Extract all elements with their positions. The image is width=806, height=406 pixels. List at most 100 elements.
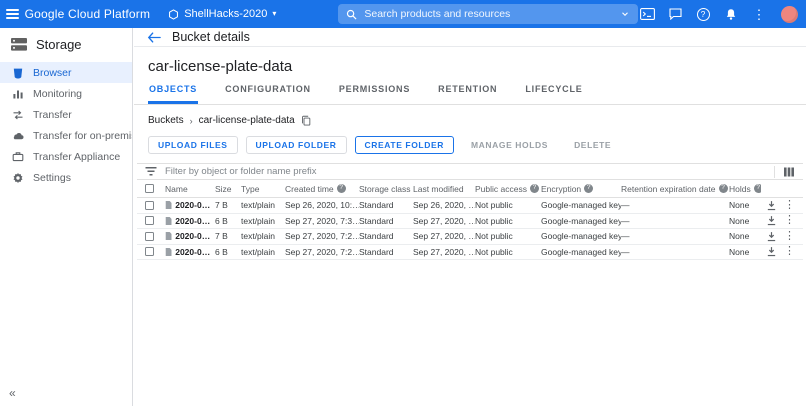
row-menu-icon[interactable]: ⋮ (784, 215, 795, 226)
sidebar-title: Storage (36, 36, 82, 52)
help-icon[interactable]: ? (336, 184, 346, 193)
cloud-shell-icon[interactable] (638, 5, 656, 23)
row-menu-icon[interactable]: ⋮ (784, 200, 795, 211)
object-encryption: Google-managed key (541, 246, 621, 257)
project-icon (169, 8, 179, 20)
object-public-access: Not public (475, 231, 513, 242)
global-search[interactable] (338, 4, 638, 24)
create-folder-button[interactable]: CREATE FOLDER (354, 136, 454, 154)
tab-permissions[interactable]: PERMISSIONS (338, 84, 411, 104)
object-name-link[interactable]: 2020-09… (175, 247, 211, 257)
file-icon (165, 232, 172, 241)
tab-configuration[interactable]: CONFIGURATION (224, 84, 312, 104)
object-size: 6 B (215, 215, 228, 226)
download-icon[interactable] (766, 246, 777, 257)
table-row: 2020-09… 7 B text/plain Sep 27, 2020, 7:… (137, 229, 803, 245)
object-holds: None (729, 200, 750, 211)
column-public-access: Public access? (475, 184, 541, 194)
appliance-icon (12, 151, 24, 161)
table-row: 2020-09… 7 B text/plain Sep 26, 2020, 10… (137, 198, 803, 214)
manage-holds-button[interactable]: MANAGE HOLDS (462, 136, 557, 154)
download-icon[interactable] (766, 231, 777, 242)
column-name: Name (165, 183, 188, 194)
help-icon[interactable]: ? (584, 184, 594, 193)
object-type: text/plain (241, 215, 276, 226)
download-icon[interactable] (766, 200, 777, 211)
object-retention: — (621, 246, 630, 257)
back-arrow-icon[interactable] (147, 31, 161, 43)
upload-files-button[interactable]: UPLOAD FILES (148, 136, 238, 154)
help-icon[interactable]: ? (694, 5, 712, 23)
search-input[interactable] (364, 8, 613, 20)
column-type: Type (241, 183, 260, 194)
sidebar-item-transfer-on-premises[interactable]: Transfer for on-premises (0, 125, 132, 146)
row-checkbox[interactable] (145, 247, 154, 257)
sidebar-item-transfer[interactable]: Transfer (0, 104, 132, 125)
sidebar-item-browser[interactable]: Browser (0, 62, 132, 83)
column-display-options-icon[interactable] (783, 166, 795, 178)
row-checkbox[interactable] (145, 200, 154, 210)
object-modified: Sep 27, 2020, … (413, 231, 475, 242)
bucket-name: car-license-plate-data (148, 58, 293, 75)
row-checkbox[interactable] (145, 231, 154, 241)
menu-icon[interactable] (0, 0, 25, 28)
object-encryption: Google-managed key (541, 231, 621, 242)
sidebar-item-transfer-appliance[interactable]: Transfer Appliance (0, 146, 132, 167)
tab-retention[interactable]: RETENTION (437, 84, 498, 104)
more-options-icon[interactable]: ⋮ (750, 5, 768, 23)
filter-input[interactable] (165, 166, 766, 177)
object-created: Sep 26, 2020, 10:… (285, 200, 359, 211)
cloud-upload-icon (13, 132, 24, 139)
object-encryption: Google-managed key (541, 200, 621, 211)
search-expand-chevron-icon[interactable] (620, 9, 630, 19)
feedback-icon[interactable] (666, 5, 684, 23)
project-selector[interactable]: ShellHacks-2020 ▾ (168, 8, 276, 20)
column-created-time: Created time? (285, 184, 359, 194)
collapse-sidebar-icon[interactable]: « (9, 386, 16, 400)
column-last-modified: Last modified (413, 183, 464, 194)
sidebar-item-monitoring[interactable]: Monitoring (0, 83, 132, 104)
tabs: OBJECTS CONFIGURATION PERMISSIONS RETENT… (134, 84, 806, 105)
copy-icon[interactable] (301, 115, 311, 126)
breadcrumb-current: car-license-plate-data (198, 115, 295, 126)
delete-button[interactable]: DELETE (565, 136, 620, 154)
object-name-link[interactable]: 2020-09… (175, 216, 211, 226)
sidebar-item-settings[interactable]: Settings (0, 167, 132, 188)
object-name-link[interactable]: 2020-09… (175, 200, 211, 210)
avatar[interactable] (781, 5, 798, 23)
notifications-icon[interactable] (722, 5, 740, 23)
sidebar: Storage Browser Monitoring Transfer Tran… (0, 28, 133, 406)
download-icon[interactable] (766, 215, 777, 226)
sidebar-item-label: Transfer Appliance (33, 150, 121, 163)
tab-objects[interactable]: OBJECTS (148, 84, 199, 104)
select-all-checkbox[interactable] (145, 184, 154, 193)
page-title: Bucket details (172, 30, 250, 44)
object-type: text/plain (241, 246, 276, 257)
help-icon[interactable]: ? (753, 184, 761, 193)
topbar-icons: ? ⋮ (638, 5, 798, 23)
column-retention: Retention expiration date? (621, 184, 729, 194)
object-size: 6 B (215, 246, 228, 257)
filter-bar (137, 163, 803, 180)
row-menu-icon[interactable]: ⋮ (784, 231, 795, 242)
object-size: 7 B (215, 231, 228, 242)
column-holds: Holds? (729, 184, 761, 194)
row-menu-icon[interactable]: ⋮ (784, 246, 795, 257)
object-holds: None (729, 231, 750, 242)
tab-lifecycle[interactable]: LIFECYCLE (524, 84, 583, 104)
object-retention: — (621, 200, 630, 211)
breadcrumb-buckets-link[interactable]: Buckets (148, 115, 184, 126)
upload-folder-button[interactable]: UPLOAD FOLDER (245, 136, 347, 154)
object-storage-class: Standard (359, 231, 394, 242)
object-retention: — (621, 215, 630, 226)
chart-icon (13, 90, 23, 98)
help-icon[interactable]: ? (718, 184, 728, 193)
object-name-link[interactable]: 2020-09… (175, 231, 211, 241)
object-storage-class: Standard (359, 200, 394, 211)
breadcrumb: Buckets › car-license-plate-data (148, 115, 806, 126)
object-holds: None (729, 215, 750, 226)
help-icon[interactable]: ? (529, 184, 539, 193)
object-created: Sep 27, 2020, 7:2… (285, 246, 359, 257)
object-modified: Sep 27, 2020, … (413, 215, 475, 226)
row-checkbox[interactable] (145, 216, 154, 226)
